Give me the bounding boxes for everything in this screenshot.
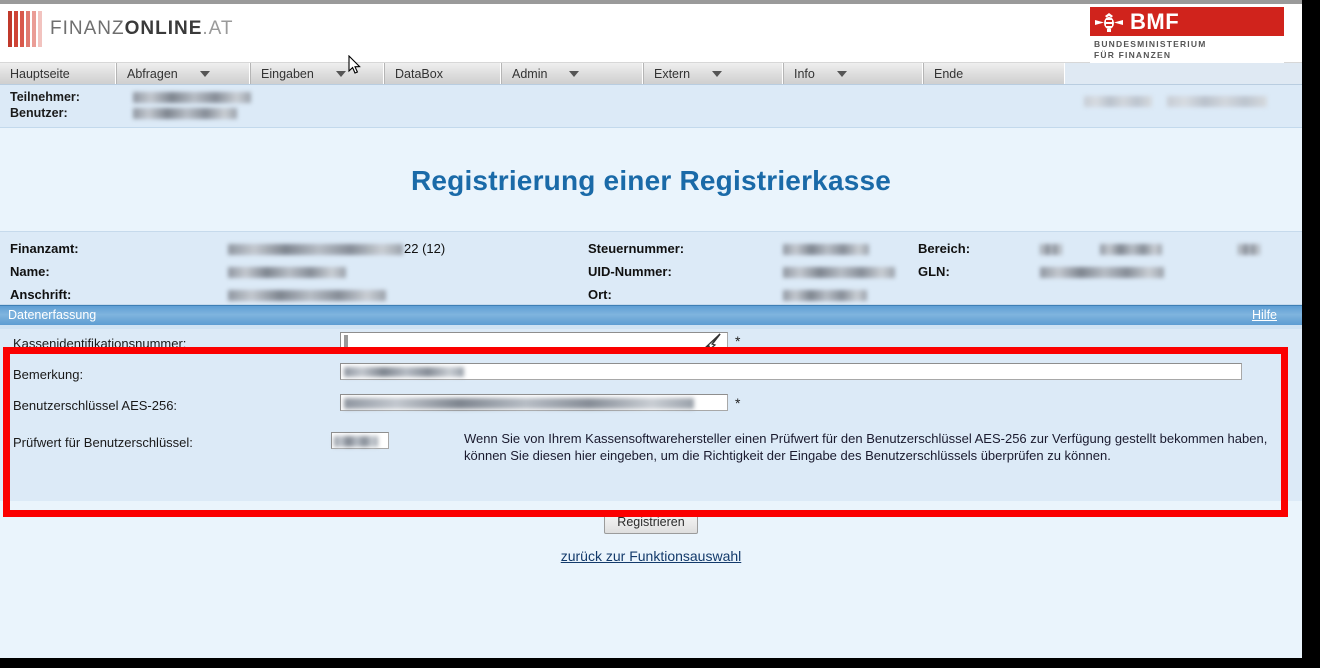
date-label-redacted (1084, 96, 1152, 107)
section-title: Datenerfassung (8, 308, 97, 322)
bmf-logo-bar: BMF (1090, 7, 1284, 36)
gln-value-redacted (1040, 267, 1164, 278)
menu-label-eingaben: Eingaben (261, 66, 314, 81)
remark-label: Bemerkung: (13, 367, 84, 382)
participant-label: Teilnehmer: (10, 90, 80, 104)
area-value-redacted-3 (1238, 244, 1260, 255)
chevron-down-icon (199, 70, 210, 77)
logo-text-online: ONLINE (124, 18, 203, 39)
area-value-redacted-2 (1100, 244, 1162, 255)
chevron-down-icon (569, 70, 580, 77)
data-entry-form: Kassenidentifikationsnummer: * Bemerkung… (0, 329, 1302, 501)
menu-label-hauptseite: Hauptseite (10, 66, 70, 81)
check-value-help-text: Wenn Sie von Ihrem Kassensoftwareherstel… (464, 431, 1268, 463)
bmf-logo: BMF BUNDESMINISTERIUM FÜR FINANZEN (1090, 7, 1284, 66)
check-value-redacted (334, 436, 378, 447)
menu-item-ende[interactable]: Ende (923, 63, 1065, 84)
taxpayer-info-block: Finanzamt: 22 (12) Name: Anschrift: Steu… (0, 231, 1302, 305)
chevron-down-icon (712, 70, 723, 77)
page-title: Registrierung einer Registrierkasse (410, 165, 892, 196)
address-label: Anschrift: (10, 287, 72, 302)
mouse-pointer-icon (701, 333, 723, 351)
aes-key-input[interactable] (340, 394, 728, 411)
bmf-letters: BMF (1130, 8, 1180, 34)
gln-label: GLN: (918, 264, 950, 279)
logo-text-finanz: FINANZ (50, 18, 125, 39)
city-label: Ort: (588, 287, 612, 302)
chevron-down-icon (836, 70, 847, 77)
name-value-redacted (228, 267, 346, 278)
city-value-redacted (783, 290, 867, 301)
tax-office-value: 22 (12) (404, 241, 446, 256)
area-value-redacted-1 (1040, 244, 1062, 255)
name-label: Name: (10, 264, 50, 279)
bmf-subtitle-line1: BUNDESMINISTERIUM (1094, 39, 1207, 49)
menu-item-databox[interactable]: DataBox (384, 63, 501, 84)
bmf-subtitle: BUNDESMINISTERIUM FÜR FINANZEN (1090, 36, 1284, 66)
check-value-label: Prüfwert für Benutzerschlüssel: (13, 435, 193, 450)
section-header-datenerfassung: Datenerfassung Hilfe (0, 305, 1302, 325)
menu-label-extern: Extern (654, 66, 691, 81)
main-menu-bar: Hauptseite Abfragen Eingaben DataBox Adm… (0, 63, 1302, 85)
user-info-bar: Teilnehmer: Benutzer: (0, 85, 1302, 128)
menu-label-abfragen: Abfragen (127, 66, 178, 81)
cash-register-id-label: Kassenidentifikationsnummer: (13, 336, 187, 351)
register-button[interactable]: Registrieren (604, 511, 698, 534)
browser-screenshot: FINANZONLINE.AT BMF BUNDESMINISTERIUM FÜ… (0, 0, 1320, 668)
remark-input[interactable] (340, 363, 1242, 380)
menu-label-admin: Admin (512, 66, 548, 81)
title-spacer (0, 197, 1302, 231)
help-link[interactable]: Hilfe (1252, 308, 1277, 322)
cash-register-id-input[interactable] (340, 332, 728, 351)
menu-label-info: Info (794, 66, 815, 81)
window-right-edge (1302, 0, 1320, 668)
aes-key-required-marker: * (735, 395, 741, 411)
participant-value-redacted (133, 92, 251, 103)
user-label: Benutzer: (10, 106, 68, 120)
remark-value-redacted (344, 367, 464, 377)
user-value-redacted (133, 108, 237, 119)
tax-number-value-redacted (783, 244, 869, 255)
tax-office-label: Finanzamt: (10, 241, 79, 256)
menu-item-admin[interactable]: Admin (501, 63, 643, 84)
bmf-subtitle-line2: FÜR FINANZEN (1094, 50, 1172, 61)
aes-key-label: Benutzerschlüssel AES-256: (13, 398, 178, 413)
menu-label-databox: DataBox (395, 66, 443, 81)
austrian-eagle-icon (1094, 11, 1124, 33)
logo-text-tld: .AT (202, 18, 234, 39)
page-content: FINANZONLINE.AT BMF BUNDESMINISTERIUM FÜ… (0, 4, 1302, 658)
cash-register-id-required-marker: * (735, 333, 741, 349)
text-cursor-icon (344, 335, 348, 347)
menu-item-hauptseite[interactable]: Hauptseite (0, 63, 116, 84)
form-actions: Registrieren zurück zur Funktionsauswahl (0, 501, 1302, 611)
chevron-down-icon (335, 70, 346, 77)
menu-item-info[interactable]: Info (783, 63, 923, 84)
logo-text: FINANZONLINE.AT (50, 18, 234, 40)
logo-bars-icon (8, 11, 42, 47)
aes-key-value-redacted (344, 398, 694, 409)
window-bottom-edge (0, 658, 1320, 668)
menu-item-abfragen[interactable]: Abfragen (116, 63, 250, 84)
mouse-cursor-icon (348, 54, 362, 80)
menu-label-ende: Ende (934, 66, 964, 81)
tax-number-label: Steuernummer: (588, 241, 685, 256)
menu-item-eingaben[interactable]: Eingaben (250, 63, 384, 84)
menu-item-extern[interactable]: Extern (643, 63, 783, 84)
finanzonline-logo[interactable]: FINANZONLINE.AT (8, 11, 234, 47)
address-value-redacted (228, 290, 386, 301)
check-value-input[interactable] (331, 432, 389, 449)
uid-label: UID-Nummer: (588, 264, 672, 279)
area-label: Bereich: (918, 241, 971, 256)
page-header: FINANZONLINE.AT BMF BUNDESMINISTERIUM FÜ… (0, 4, 1302, 66)
tax-office-value-redacted (228, 244, 403, 255)
uid-value-redacted (783, 267, 895, 278)
back-to-function-selection-link[interactable]: zurück zur Funktionsauswahl (0, 548, 1302, 564)
date-value-redacted (1167, 96, 1267, 107)
